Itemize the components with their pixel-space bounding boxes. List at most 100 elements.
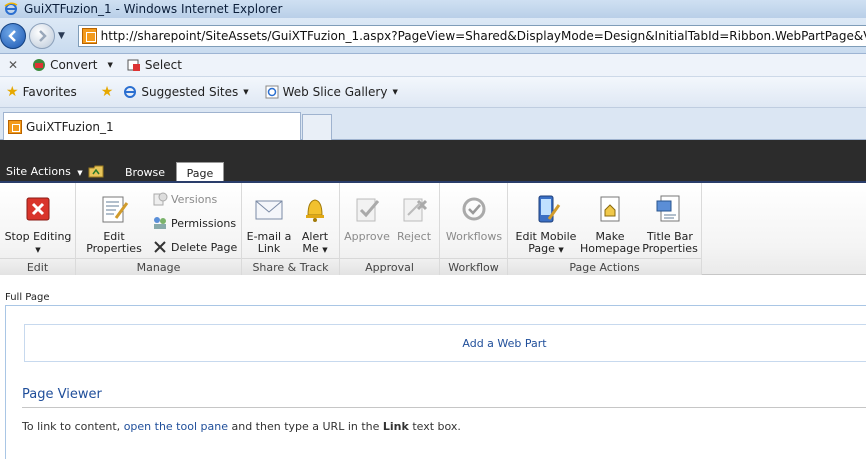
ribbon-group-label: Share & Track bbox=[242, 258, 339, 275]
ribbon-group-label: Workflow bbox=[440, 258, 507, 275]
versions-button[interactable]: Versions bbox=[152, 191, 217, 207]
close-toolbar-icon[interactable]: ✕ bbox=[8, 58, 18, 72]
edit-mobile-page-button[interactable]: Edit Mobile Page ▼ bbox=[512, 193, 580, 256]
suggested-sites-button[interactable]: Suggested Sites ▼ bbox=[123, 85, 249, 99]
window-titlebar: GuiXTFuzion_1 - Windows Internet Explore… bbox=[0, 0, 866, 18]
favorites-bar: ★ Favorites ★ Suggested Sites ▼ Web Slic… bbox=[0, 77, 866, 108]
title-bar-properties-button[interactable]: Title Bar Properties bbox=[640, 193, 700, 254]
make-homepage-button[interactable]: Make Homepage bbox=[580, 193, 640, 254]
select-button[interactable]: Select bbox=[127, 58, 182, 72]
tab-page[interactable]: Page bbox=[176, 162, 224, 183]
forward-button[interactable] bbox=[29, 23, 55, 49]
edit-properties-button[interactable]: Edit Properties ▼ bbox=[82, 193, 146, 267]
convert-button[interactable]: Convert ▼ bbox=[32, 58, 113, 72]
permissions-button[interactable]: Permissions bbox=[152, 215, 236, 231]
web-slice-gallery-label: Web Slice Gallery bbox=[282, 85, 388, 99]
add-web-part-button[interactable]: Add a Web Part bbox=[24, 324, 866, 362]
body-text-bold: Link bbox=[382, 420, 409, 433]
delete-page-button[interactable]: Delete Page bbox=[152, 239, 237, 255]
edit-properties-label-1: Edit bbox=[103, 230, 125, 243]
browser-tab-label: GuiXTFuzion_1 bbox=[26, 119, 114, 134]
chevron-down-icon: ▼ bbox=[322, 246, 328, 254]
edit-mobile-page-label-2: Page bbox=[528, 242, 555, 255]
email-envelope-icon bbox=[255, 200, 283, 220]
forward-arrow-icon bbox=[39, 30, 47, 42]
workflows-button[interactable]: Workflows bbox=[444, 193, 504, 242]
workflows-icon bbox=[462, 197, 486, 221]
add-to-favorites-bar-button[interactable]: ★ bbox=[101, 84, 118, 100]
email-link-label-1: E-mail a bbox=[246, 230, 292, 243]
body-text-post: text box. bbox=[408, 420, 461, 433]
command-toolbar: ✕ Convert ▼ Select bbox=[0, 54, 866, 77]
convert-label: Convert bbox=[50, 58, 98, 72]
permissions-label: Permissions bbox=[171, 216, 237, 230]
favorites-button[interactable]: ★ Favorites bbox=[6, 84, 77, 100]
tab-browse[interactable]: Browse bbox=[125, 166, 165, 179]
web-slice-gallery-button[interactable]: Web Slice Gallery ▼ bbox=[265, 85, 398, 99]
ie-page-icon bbox=[124, 86, 137, 98]
site-favicon-icon bbox=[8, 119, 22, 134]
back-button[interactable] bbox=[0, 23, 26, 49]
ribbon-group-workflow: Workflows Workflow bbox=[440, 183, 508, 275]
chevron-down-icon: ▼ bbox=[77, 169, 83, 177]
navigate-up-icon[interactable] bbox=[88, 164, 104, 178]
convert-icon bbox=[33, 59, 46, 71]
browser-tab-active[interactable]: GuiXTFuzion_1 bbox=[3, 112, 301, 140]
ribbon-group-page-actions: Edit Mobile Page ▼ Make Homepage Title B… bbox=[508, 183, 702, 275]
chevron-down-icon: ▼ bbox=[392, 88, 398, 96]
browser-tab-strip: GuiXTFuzion_1 bbox=[0, 108, 866, 140]
stop-editing-button[interactable]: Stop Editing ▼ bbox=[4, 193, 72, 256]
alert-me-label-2: Me bbox=[302, 242, 319, 255]
reject-button[interactable]: Reject bbox=[392, 193, 436, 242]
chevron-down-icon: ▼ bbox=[35, 246, 41, 254]
alert-bell-icon bbox=[306, 199, 324, 222]
site-actions-label: Site Actions bbox=[6, 165, 71, 178]
address-toolbar: ▼ http://sharepoint/SiteAssets/GuiXTFuzi… bbox=[0, 18, 866, 54]
workflows-label: Workflows bbox=[445, 230, 503, 243]
edit-properties-icon bbox=[102, 196, 129, 223]
web-part-title-divider bbox=[22, 407, 866, 408]
address-url[interactable]: http://sharepoint/SiteAssets/GuiXTFuzion… bbox=[101, 29, 866, 43]
homepage-icon bbox=[600, 196, 620, 222]
alert-me-label-1: Alert bbox=[301, 230, 329, 243]
web-part-body: To link to content, open the tool pane a… bbox=[22, 420, 461, 433]
ribbon-group-label: Page Actions bbox=[508, 258, 701, 275]
alert-me-button[interactable]: Alert Me ▼ bbox=[294, 193, 336, 256]
mobile-page-icon bbox=[538, 195, 561, 223]
add-favorite-icon: ★ bbox=[100, 84, 114, 100]
versions-label: Versions bbox=[171, 192, 218, 206]
web-part-title[interactable]: Page Viewer bbox=[22, 387, 102, 402]
ribbon-group-label: Approval bbox=[340, 258, 439, 275]
make-homepage-label-1: Make bbox=[595, 230, 625, 243]
edit-properties-label-2: Properties bbox=[86, 242, 142, 255]
convert-dropdown-icon[interactable]: ▼ bbox=[108, 61, 113, 69]
zone-label: Full Page bbox=[5, 292, 50, 303]
favorites-star-icon: ★ bbox=[6, 84, 19, 100]
ribbon-group-approval: Approve Reject Approval bbox=[340, 183, 440, 275]
edit-mobile-page-label-1: Edit Mobile bbox=[515, 230, 577, 243]
email-link-button[interactable]: E-mail a Link bbox=[246, 193, 292, 254]
ribbon-group-label: Manage bbox=[76, 258, 241, 275]
ie-page-icon bbox=[265, 85, 279, 99]
back-arrow-icon bbox=[8, 30, 16, 42]
add-web-part-label: Add a Web Part bbox=[462, 336, 547, 350]
new-tab-button[interactable] bbox=[302, 114, 332, 140]
approve-check-icon bbox=[356, 198, 380, 222]
edit-mobile-page-label-2-wrap: Page ▼ bbox=[512, 243, 580, 256]
title-bar-properties-label-1: Title Bar bbox=[647, 230, 693, 243]
suggested-sites-label: Suggested Sites bbox=[141, 85, 239, 99]
site-actions-menu[interactable]: Site Actions ▼ bbox=[6, 165, 83, 178]
history-dropdown-icon[interactable]: ▼ bbox=[58, 31, 65, 41]
stop-editing-icon bbox=[26, 197, 50, 221]
address-bar[interactable]: http://sharepoint/SiteAssets/GuiXTFuzion… bbox=[78, 25, 866, 47]
permissions-icon bbox=[154, 217, 166, 229]
make-homepage-label-2: Homepage bbox=[580, 242, 640, 255]
select-label: Select bbox=[144, 58, 182, 72]
delete-x-icon bbox=[154, 241, 166, 253]
window-title: GuiXTFuzion_1 - Windows Internet Explore… bbox=[24, 2, 283, 16]
delete-page-label: Delete Page bbox=[171, 240, 238, 254]
site-favicon-icon bbox=[82, 28, 97, 44]
ribbon-group-share-track: E-mail a Link Alert Me ▼ Share & Track bbox=[242, 183, 340, 275]
open-tool-pane-link[interactable]: open the tool pane bbox=[124, 420, 228, 433]
approve-button[interactable]: Approve bbox=[344, 193, 390, 242]
